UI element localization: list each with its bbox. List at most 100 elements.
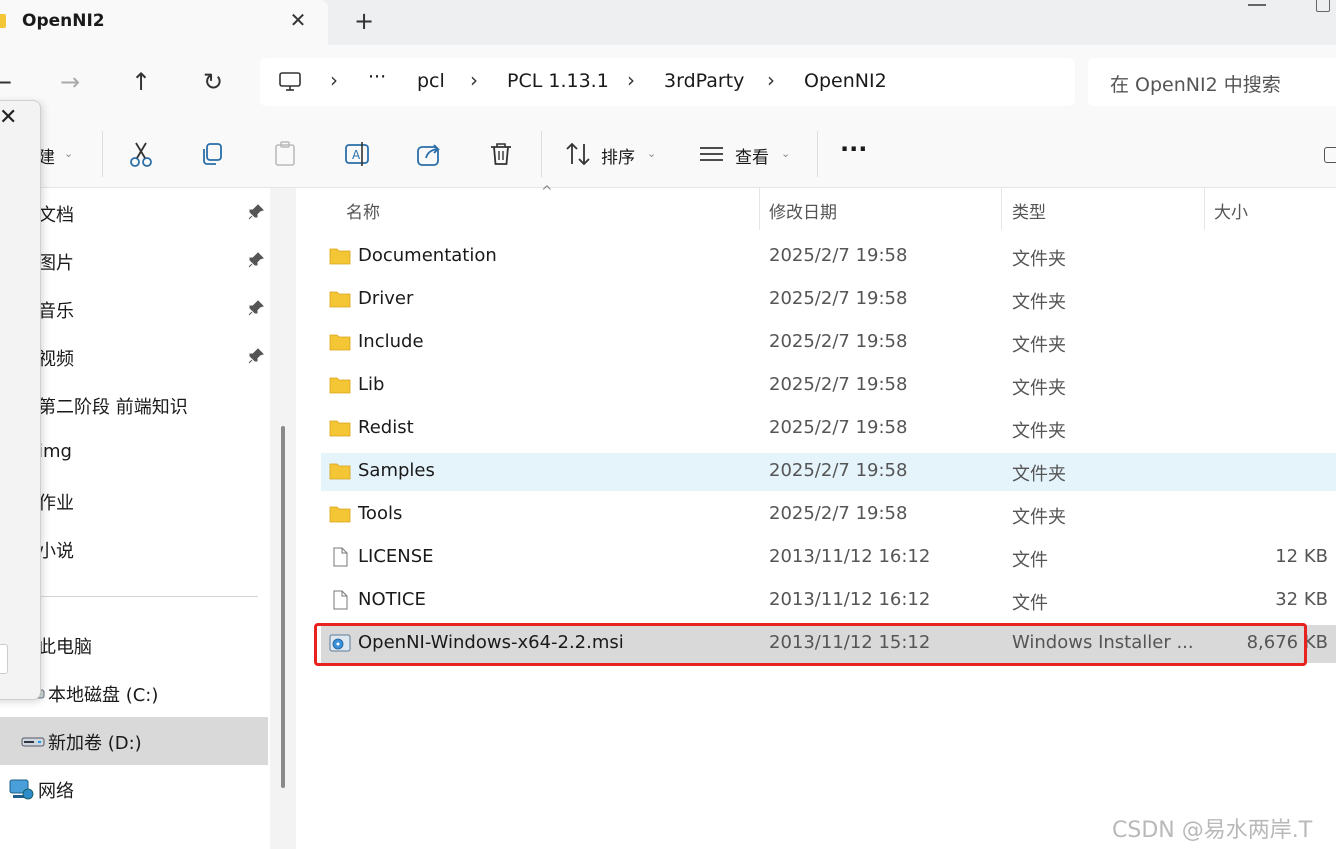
breadcrumb[interactable]: › ··· pcl › PCL 1.13.1 › 3rdParty › Open…: [260, 58, 1075, 106]
sidebar-item-network[interactable]: 网络: [0, 765, 268, 813]
breadcrumb-separator[interactable]: ›: [767, 68, 775, 92]
view-button-label[interactable]: 查看: [735, 143, 769, 168]
network-icon: [9, 779, 34, 800]
column-header-size[interactable]: 大小: [1214, 198, 1248, 223]
file-name: Include: [358, 331, 424, 352]
breadcrumb-separator[interactable]: ›: [330, 68, 338, 92]
copy-icon[interactable]: [198, 139, 228, 169]
file-row-tools[interactable]: Tools 2025/2/7 19:58 文件夹: [321, 496, 1336, 534]
breadcrumb-pcl-version[interactable]: PCL 1.13.1: [507, 70, 609, 92]
file-name: Documentation: [358, 245, 497, 266]
popup-panel: ✕: [0, 100, 41, 700]
breadcrumb-pcl[interactable]: pcl: [417, 70, 445, 92]
file-row-license[interactable]: LICENSE 2013/11/12 16:12 文件 12 KB: [321, 539, 1336, 577]
column-divider[interactable]: [1204, 188, 1205, 230]
search-input[interactable]: 在 OpenNI2 中搜索: [1110, 70, 1281, 97]
file-type: 文件夹: [1012, 507, 1066, 528]
breadcrumb-separator[interactable]: ›: [470, 68, 478, 92]
file-row-documentation[interactable]: Documentation 2025/2/7 19:58 文件夹: [321, 238, 1336, 276]
column-divider[interactable]: [759, 188, 760, 230]
file-row-lib[interactable]: Lib 2025/2/7 19:58 文件夹: [321, 367, 1336, 405]
tab-title: OpenNI2: [22, 11, 105, 31]
view-icon[interactable]: [697, 139, 727, 169]
new-tab-button[interactable]: +: [349, 6, 379, 36]
folder-icon: [0, 14, 6, 28]
sidebar-scrollbar-thumb[interactable]: [281, 426, 285, 788]
sidebar-item-drive-d[interactable]: 新加卷 (D:): [0, 717, 268, 765]
address-row: ← → ↑ ↻ › ··· pcl › PCL 1.13.1 › 3rdPart…: [0, 45, 1336, 119]
sort-icon[interactable]: [563, 139, 593, 169]
file-row-include[interactable]: Include 2025/2/7 19:58 文件夹: [321, 324, 1336, 362]
file-type: 文件: [1012, 550, 1048, 571]
refresh-button[interactable]: ↻: [193, 65, 233, 99]
file-icon: [333, 547, 348, 567]
breadcrumb-separator[interactable]: ›: [627, 68, 635, 92]
breadcrumb-ellipsis[interactable]: ···: [368, 66, 386, 88]
column-header-name[interactable]: 名称: [346, 198, 380, 223]
paste-icon[interactable]: [270, 139, 300, 169]
breadcrumb-3rdparty[interactable]: 3rdParty: [664, 70, 744, 92]
toolbar-divider: [102, 131, 103, 177]
file-row-driver[interactable]: Driver 2025/2/7 19:58 文件夹: [321, 281, 1336, 319]
column-header-type[interactable]: 类型: [1012, 198, 1046, 223]
pin-icon[interactable]: [247, 347, 265, 365]
sidebar-item-label: 第二阶段 前端知识: [38, 397, 188, 418]
maximize-icon[interactable]: [1316, 0, 1330, 12]
up-button[interactable]: ↑: [121, 65, 161, 99]
column-header-modified[interactable]: 修改日期: [769, 198, 837, 223]
folder-icon: [329, 334, 351, 351]
sidebar-item-label: 此电脑: [38, 637, 92, 658]
column-divider[interactable]: [1001, 188, 1002, 230]
sidebar-item-label: 文档: [38, 205, 74, 226]
file-name: NOTICE: [358, 589, 426, 610]
popup-input[interactable]: [0, 644, 8, 674]
folder-icon: [329, 377, 351, 394]
file-size: 32 KB: [1275, 589, 1328, 610]
chevron-down-icon[interactable]: ⌄: [64, 147, 73, 160]
sidebar-item-label: 作业: [38, 493, 74, 514]
file-list: ^ 名称 修改日期 类型 大小 Documentation 2025/2/7 1…: [297, 184, 1336, 849]
file-name: Tools: [358, 503, 403, 524]
more-options-button[interactable]: ···: [840, 135, 867, 163]
command-bar: 建 ⌄ A 排序 ⌄ 查看 ⌄ ···: [0, 119, 1336, 188]
file-modified: 2025/2/7 19:58: [769, 331, 908, 352]
highlight-annotation-box: [314, 623, 1307, 666]
file-row-notice[interactable]: NOTICE 2013/11/12 16:12 文件 32 KB: [321, 582, 1336, 620]
sort-button-label[interactable]: 排序: [601, 143, 635, 168]
file-type: 文件: [1012, 593, 1048, 614]
tab-openni2[interactable]: OpenNI2 ✕: [0, 0, 328, 45]
pin-icon[interactable]: [247, 299, 265, 317]
back-button[interactable]: ←: [0, 65, 22, 99]
cut-icon[interactable]: [126, 139, 156, 169]
folder-icon: [329, 506, 351, 523]
file-type: 文件夹: [1012, 292, 1066, 313]
pin-icon[interactable]: [247, 251, 265, 269]
rename-icon[interactable]: A: [342, 139, 372, 169]
pin-icon[interactable]: [247, 203, 265, 221]
file-row-redist[interactable]: Redist 2025/2/7 19:58 文件夹: [321, 410, 1336, 448]
close-tab-icon[interactable]: ✕: [284, 6, 312, 34]
share-icon[interactable]: [414, 139, 444, 169]
sidebar-item-label: img: [38, 441, 72, 462]
sidebar-item-label: 网络: [38, 781, 74, 802]
search-box[interactable]: 在 OpenNI2 中搜索: [1088, 58, 1336, 106]
close-icon[interactable]: ✕: [0, 105, 17, 130]
sort-ascending-icon[interactable]: ^: [541, 184, 553, 200]
breadcrumb-openni2[interactable]: OpenNI2: [804, 70, 887, 92]
file-row-samples[interactable]: Samples 2025/2/7 19:58 文件夹: [321, 453, 1336, 491]
details-pane-icon[interactable]: [1324, 147, 1336, 163]
file-name: Lib: [358, 374, 385, 395]
folder-icon: [329, 463, 351, 480]
chevron-down-icon[interactable]: ⌄: [781, 147, 790, 160]
navigation-pane: 文档 图片 音乐 视频 第二阶段 前端知识 img 作业 小说 此电脑 本地磁盘…: [0, 188, 296, 849]
forward-button[interactable]: →: [50, 65, 90, 99]
folder-icon: [329, 291, 351, 308]
file-name: Driver: [358, 288, 414, 309]
chevron-down-icon[interactable]: ⌄: [647, 147, 656, 160]
sidebar-item-label: 本地磁盘 (C:): [48, 685, 159, 706]
monitor-icon[interactable]: [278, 71, 302, 93]
file-type: 文件夹: [1012, 421, 1066, 442]
delete-icon[interactable]: [486, 139, 516, 169]
file-type: 文件夹: [1012, 335, 1066, 356]
minimize-icon[interactable]: [1248, 4, 1266, 6]
